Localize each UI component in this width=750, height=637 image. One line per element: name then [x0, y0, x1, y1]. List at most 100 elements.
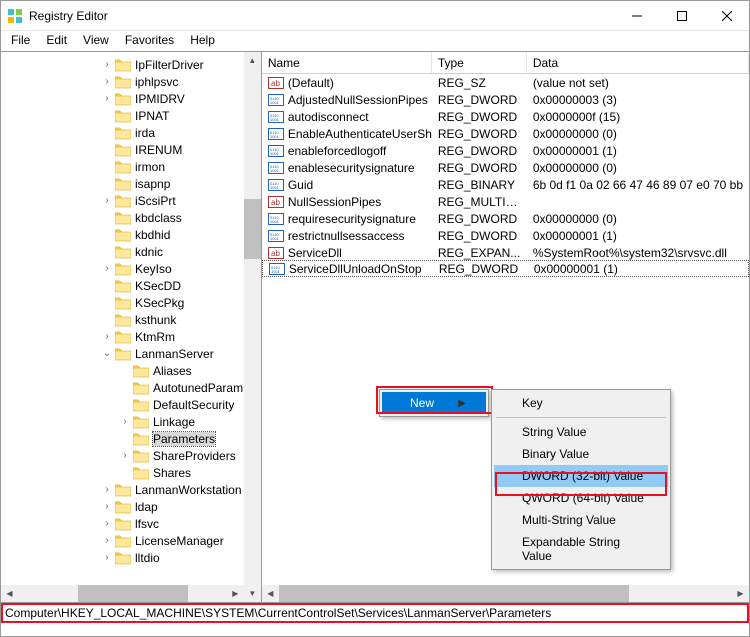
tree-item[interactable]: KSecDD: [1, 277, 244, 294]
close-button[interactable]: [704, 1, 749, 31]
column-name[interactable]: Name: [262, 52, 432, 73]
values-scrollbar-horizontal[interactable]: ◀ ▶: [262, 585, 749, 602]
value-data-cell: 0x00000000 (0): [527, 161, 749, 175]
menu-favorites[interactable]: Favorites: [117, 31, 182, 51]
tree-item[interactable]: ›LicenseManager: [1, 532, 244, 549]
value-row[interactable]: 01101001ServiceDllUnloadOnStopREG_DWORD0…: [262, 260, 749, 277]
expand-icon[interactable]: ›: [101, 535, 113, 546]
expand-icon[interactable]: ›: [101, 331, 113, 342]
context-item[interactable]: QWORD (64-bit) Value: [494, 487, 668, 509]
maximize-button[interactable]: [659, 1, 704, 31]
expand-icon[interactable]: ›: [101, 76, 113, 87]
scroll-left-icon[interactable]: ◀: [262, 585, 279, 602]
minimize-button[interactable]: [614, 1, 659, 31]
expand-icon[interactable]: ›: [101, 263, 113, 274]
tree-item[interactable]: kbdhid: [1, 226, 244, 243]
tree-scrollbar-horizontal[interactable]: ◀ ▶: [1, 585, 244, 602]
value-row[interactable]: 01101001GuidREG_BINARY6b 0d f1 0a 02 66 …: [262, 176, 749, 193]
tree-item[interactable]: kdnic: [1, 243, 244, 260]
tree-item[interactable]: Aliases: [1, 362, 244, 379]
scroll-up-icon[interactable]: ▲: [244, 52, 261, 69]
tree-item[interactable]: ›IPMIDRV: [1, 90, 244, 107]
value-data-cell: 0x00000000 (0): [527, 212, 749, 226]
value-row[interactable]: 01101001enableforcedlogoffREG_DWORD0x000…: [262, 142, 749, 159]
tree-item-label: IpFilterDriver: [135, 58, 204, 72]
value-data-cell: 0x00000000 (0): [527, 127, 749, 141]
expand-icon[interactable]: ›: [119, 450, 131, 461]
tree-item[interactable]: irmon: [1, 158, 244, 175]
context-submenu-new[interactable]: Key String ValueBinary ValueDWORD (32-bit…: [491, 389, 671, 570]
tree-item[interactable]: ›Linkage: [1, 413, 244, 430]
tree-item[interactable]: kbdclass: [1, 209, 244, 226]
context-item-new[interactable]: New ▶: [382, 392, 486, 414]
value-row[interactable]: 01101001enablesecuritysignatureREG_DWORD…: [262, 159, 749, 176]
tree-item[interactable]: ksthunk: [1, 311, 244, 328]
context-item[interactable]: Multi-String Value: [494, 509, 668, 531]
tree-item[interactable]: IPNAT: [1, 107, 244, 124]
context-menu-new[interactable]: New ▶: [379, 389, 489, 417]
value-row[interactable]: 01101001AdjustedNullSessionPipesREG_DWOR…: [262, 91, 749, 108]
tree-item[interactable]: ›iphlpsvc: [1, 73, 244, 90]
tree-item[interactable]: Parameters: [1, 430, 244, 447]
tree-item[interactable]: ›KeyIso: [1, 260, 244, 277]
tree-item[interactable]: › IpFilterDriver: [1, 56, 244, 73]
expand-icon[interactable]: ›: [119, 416, 131, 427]
tree-item[interactable]: IRENUM: [1, 141, 244, 158]
expand-icon[interactable]: ›: [101, 195, 113, 206]
value-row[interactable]: 01101001autodisconnectREG_DWORD0x0000000…: [262, 108, 749, 125]
expand-icon[interactable]: ›: [101, 552, 113, 563]
tree-item[interactable]: Shares: [1, 464, 244, 481]
tree-item[interactable]: KSecPkg: [1, 294, 244, 311]
value-row[interactable]: abServiceDllREG_EXPAN...%SystemRoot%\sys…: [262, 244, 749, 261]
scroll-left-icon[interactable]: ◀: [1, 585, 18, 602]
context-item[interactable]: Key: [494, 392, 668, 414]
expand-icon[interactable]: ›: [101, 518, 113, 529]
tree-item[interactable]: ›LanmanWorkstation: [1, 481, 244, 498]
context-item[interactable]: String Value: [494, 421, 668, 443]
expand-icon[interactable]: ›: [101, 93, 113, 104]
tree-item-label: isapnp: [135, 177, 170, 191]
context-item[interactable]: DWORD (32-bit) Value: [494, 465, 668, 487]
minimize-icon: [632, 11, 642, 21]
tree-item-label: LanmanServer: [135, 347, 214, 361]
tree-view[interactable]: › IpFilterDriver›iphlpsvc›IPMIDRVIPNATird…: [1, 52, 244, 585]
value-row[interactable]: 01101001EnableAuthenticateUserSha...REG_…: [262, 125, 749, 142]
svg-text:ab: ab: [271, 249, 280, 258]
tree-item[interactable]: ›ldap: [1, 498, 244, 515]
value-row[interactable]: 01101001requiresecuritysignatureREG_DWOR…: [262, 210, 749, 227]
tree-item[interactable]: irda: [1, 124, 244, 141]
tree-item[interactable]: isapnp: [1, 175, 244, 192]
menu-file[interactable]: File: [3, 31, 38, 51]
menu-help[interactable]: Help: [182, 31, 223, 51]
context-item-new-label: New: [410, 396, 434, 410]
expand-icon[interactable]: ›: [101, 484, 113, 495]
tree-item[interactable]: ›KtmRm: [1, 328, 244, 345]
scroll-down-icon[interactable]: ▼: [244, 585, 261, 602]
values-header: Name Type Data: [262, 52, 749, 74]
value-row[interactable]: 01101001restrictnullsessaccessREG_DWORD0…: [262, 227, 749, 244]
tree-item-label: lfsvc: [135, 517, 159, 531]
expand-icon[interactable]: ›: [101, 59, 113, 70]
tree-item[interactable]: ›lltdio: [1, 549, 244, 566]
scroll-right-icon[interactable]: ▶: [732, 585, 749, 602]
tree-item[interactable]: ›iScsiPrt: [1, 192, 244, 209]
expand-icon[interactable]: ›: [101, 501, 113, 512]
column-data[interactable]: Data: [527, 52, 749, 73]
column-type[interactable]: Type: [432, 52, 527, 73]
tree-item-label: kbdhid: [135, 228, 170, 242]
tree-item-label: AutotunedParam: [153, 381, 243, 395]
tree-item[interactable]: ⌄ LanmanServer: [1, 345, 244, 362]
menu-edit[interactable]: Edit: [38, 31, 75, 51]
context-item[interactable]: Binary Value: [494, 443, 668, 465]
expand-icon[interactable]: ⌄: [101, 348, 113, 359]
menu-view[interactable]: View: [75, 31, 117, 51]
tree-item[interactable]: DefaultSecurity: [1, 396, 244, 413]
tree-item[interactable]: › lfsvc: [1, 515, 244, 532]
tree-item[interactable]: AutotunedParam: [1, 379, 244, 396]
value-row[interactable]: abNullSessionPipesREG_MULTI_...: [262, 193, 749, 210]
context-item[interactable]: Expandable String Value: [494, 531, 668, 567]
tree-scrollbar-vertical[interactable]: ▲ ▼: [244, 52, 261, 602]
scroll-right-icon[interactable]: ▶: [227, 585, 244, 602]
value-row[interactable]: ab(Default)REG_SZ(value not set): [262, 74, 749, 91]
tree-item[interactable]: ›ShareProviders: [1, 447, 244, 464]
